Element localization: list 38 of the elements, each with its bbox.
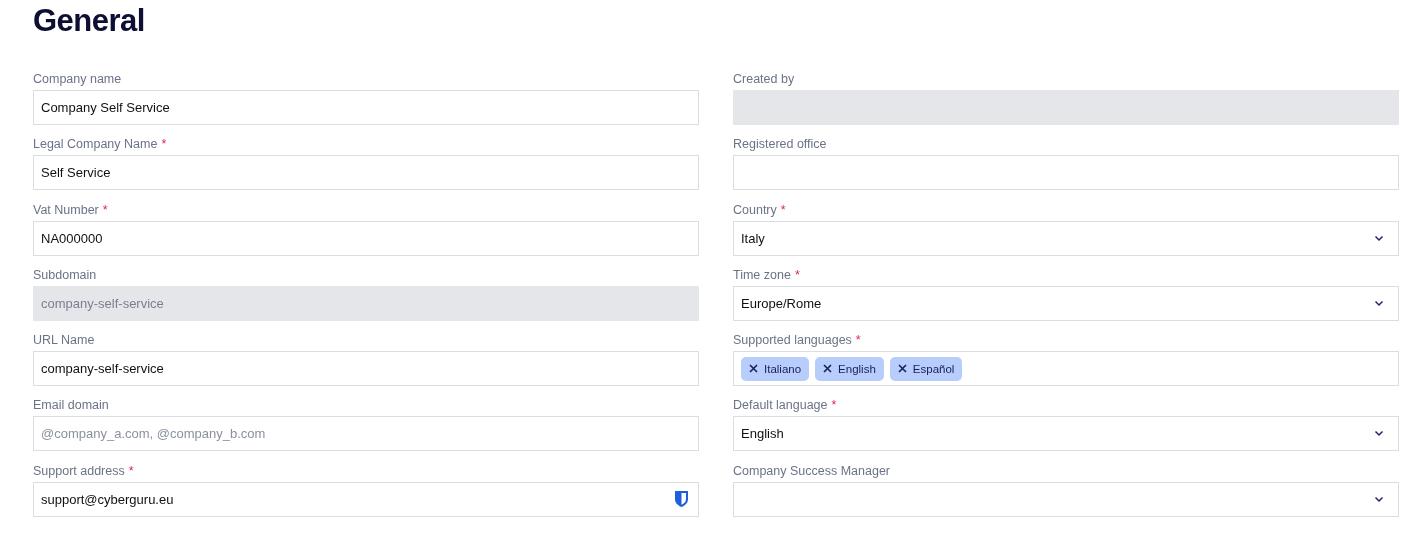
field-label: Supported languages * <box>733 332 862 349</box>
page-title: General <box>33 2 146 40</box>
text-field[interactable]: company-self-service <box>33 351 699 387</box>
field-label: Default language * <box>733 397 838 414</box>
field-label: Company name <box>33 71 123 87</box>
close-icon[interactable] <box>823 364 833 374</box>
field-label: Registered office <box>733 136 828 153</box>
chevron-down-icon <box>1374 299 1384 307</box>
tag-label: English <box>838 362 876 375</box>
text-field[interactable]: Self Service <box>33 155 699 191</box>
field-label: Subdomain <box>33 266 98 283</box>
text-field[interactable] <box>733 155 1399 191</box>
close-icon[interactable] <box>749 364 758 374</box>
field-label: Created by <box>733 71 796 87</box>
field-label: Time zone * <box>733 266 801 283</box>
field-label: Company Success Manager <box>733 462 892 479</box>
field-label: URL Name <box>33 332 96 349</box>
chevron-down-icon <box>1374 234 1384 242</box>
field-label: Vat Number * <box>33 201 109 218</box>
text-field[interactable]: @company_a.com, @company_b.com <box>33 416 699 452</box>
select-field[interactable]: Europe/Rome <box>733 285 1399 321</box>
tag-label: Italiano <box>764 362 802 375</box>
tags-field[interactable]: Italiano English Español <box>733 351 1399 387</box>
field-label: Legal Company Name * <box>33 136 168 153</box>
field-label: Email domain <box>33 397 110 414</box>
text-field[interactable]: NA000000 <box>33 220 699 256</box>
shield-icon[interactable] <box>674 489 689 508</box>
select-field[interactable] <box>733 481 1399 517</box>
text-field[interactable]: support@cyberguru.eu <box>33 481 699 517</box>
select-field[interactable]: English <box>733 416 1399 452</box>
select-field[interactable]: Italy <box>733 220 1399 256</box>
field-label: Support address * <box>33 462 135 479</box>
tag-label: Español <box>912 362 955 375</box>
chevron-down-icon <box>1374 430 1384 438</box>
close-icon[interactable] <box>897 364 907 374</box>
text-field[interactable]: Company Self Service <box>33 90 699 125</box>
field-label: Country * <box>733 201 787 218</box>
chevron-down-icon <box>1374 495 1384 503</box>
